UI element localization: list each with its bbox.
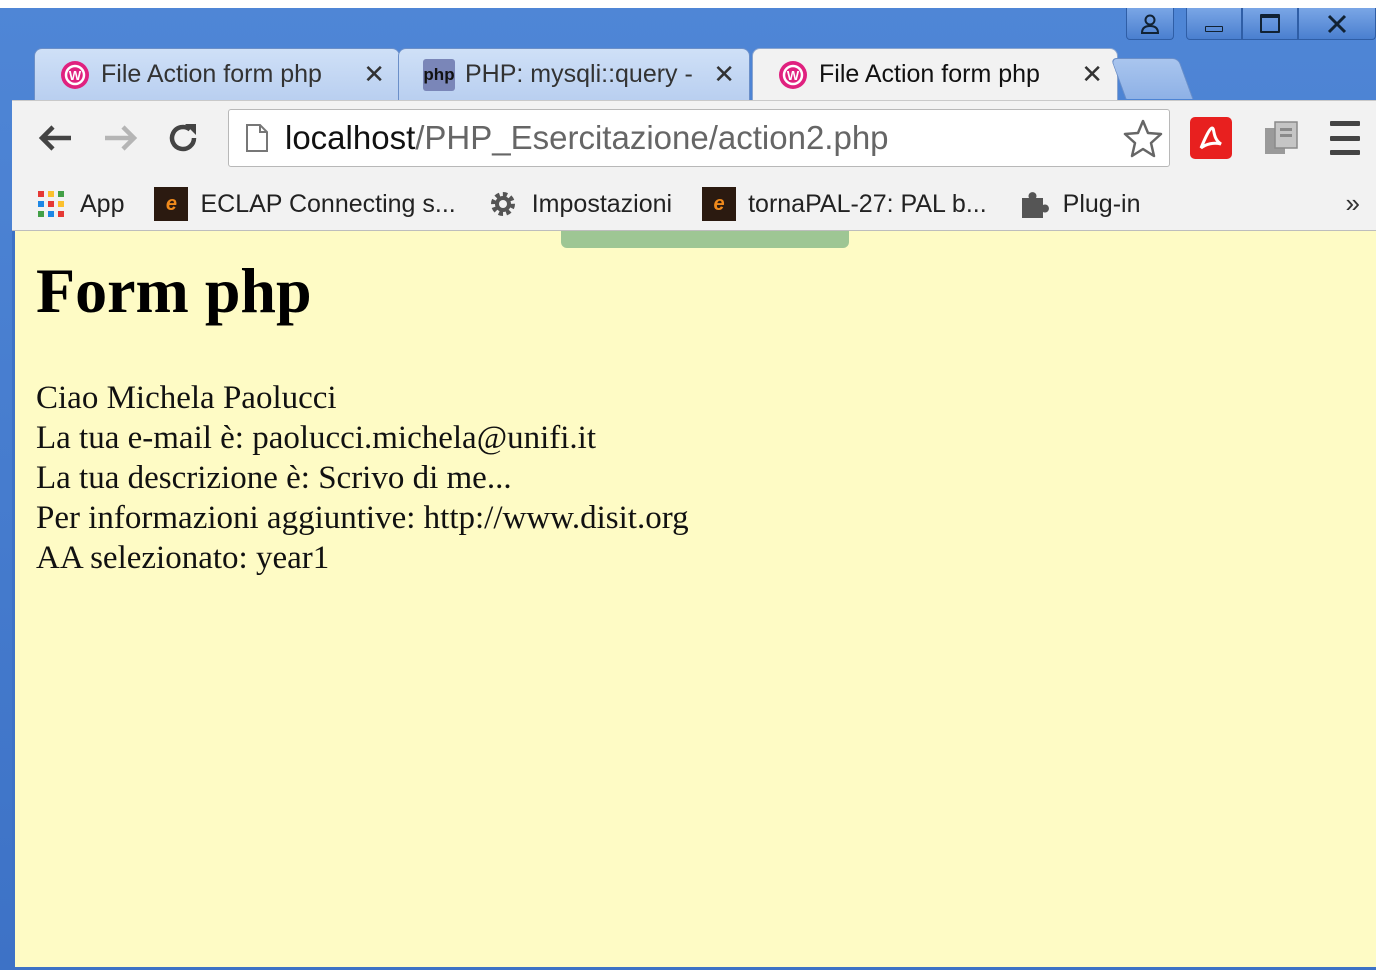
svg-text:W: W — [69, 68, 82, 83]
download-indicator — [561, 231, 849, 248]
eclap-icon: e — [702, 187, 737, 221]
page-icon — [245, 123, 271, 153]
email-line: La tua e-mail è: paolucci.michela@unifi.… — [36, 420, 597, 456]
php-icon: php — [423, 58, 455, 91]
back-button[interactable] — [32, 115, 78, 161]
reload-icon — [169, 124, 197, 152]
user-icon — [1140, 14, 1160, 34]
tab-close-icon[interactable]: ✕ — [363, 59, 385, 90]
user-profile-button[interactable] — [1126, 8, 1174, 40]
url-host: localhost — [285, 119, 416, 156]
menu-hamburger-icon[interactable] — [1330, 121, 1360, 155]
bookmark-plugin[interactable]: Plug-in — [1017, 187, 1141, 221]
bookmark-impostazioni[interactable]: Impostazioni — [486, 187, 672, 221]
bookmarks-overflow-icon[interactable]: » — [1346, 188, 1360, 219]
tab-title: PHP: mysqli::query - — [465, 60, 693, 88]
address-bar[interactable]: localhost/PHP_Esercitazione/action2.php — [228, 109, 1170, 167]
info-line: Per informazioni aggiuntive: http://www.… — [36, 500, 689, 536]
close-icon — [1327, 14, 1347, 33]
bookmark-label: tornaPAL-27: PAL b... — [748, 189, 987, 218]
php-favicon-text: php — [423, 64, 455, 84]
browser-window: W File Action form php ✕ php PHP: mysqli… — [0, 0, 1376, 970]
url-text: localhost/PHP_Esercitazione/action2.php — [285, 119, 889, 157]
minimize-button[interactable] — [1186, 8, 1242, 40]
tab-title: File Action form php — [101, 60, 322, 88]
minimize-icon — [1205, 25, 1223, 32]
maximize-button[interactable] — [1242, 8, 1298, 40]
maximize-icon — [1260, 14, 1280, 33]
forward-button[interactable] — [98, 115, 144, 161]
new-tab-button[interactable] — [1110, 58, 1194, 99]
close-window-button[interactable] — [1298, 8, 1376, 40]
bookmark-star-icon[interactable] — [1123, 118, 1163, 165]
reload-button[interactable] — [160, 115, 206, 161]
tab-close-icon[interactable]: ✕ — [713, 59, 735, 90]
bookmark-label: App — [80, 189, 125, 218]
eclap-icon: e — [154, 187, 189, 221]
browser-toolbar: localhost/PHP_Esercitazione/action2.php — [12, 100, 1376, 179]
bookmark-app[interactable]: App — [34, 187, 124, 221]
wamp-icon: W — [59, 59, 91, 91]
bookmarks-bar: App e ECLAP Connecting s... Impostazioni… — [12, 178, 1376, 231]
tab-title: File Action form php — [819, 60, 1040, 88]
page-title: Form php — [36, 255, 312, 326]
window-controls — [1126, 8, 1376, 48]
tab-file-action-1[interactable]: W File Action form php ✕ — [34, 48, 400, 100]
page-content: Form php Ciao Michela Paolucci La tua e-… — [12, 231, 1376, 967]
tab-php-mysqli[interactable]: php PHP: mysqli::query - ✕ — [398, 48, 750, 100]
url-path: /PHP_Esercitazione/action2.php — [415, 119, 889, 156]
bookmark-label: Plug-in — [1062, 189, 1141, 218]
puzzle-icon — [1017, 187, 1051, 221]
result-text: Ciao Michela Paolucci La tua e-mail è: p… — [36, 378, 689, 578]
tab-close-icon[interactable]: ✕ — [1081, 59, 1103, 90]
extension-icon[interactable] — [1260, 117, 1302, 159]
apps-grid-icon — [34, 187, 68, 221]
bookmark-label: ECLAP Connecting s... — [200, 189, 456, 218]
wamp-icon: W — [777, 59, 809, 91]
svg-text:W: W — [787, 68, 800, 83]
bookmark-tornapal[interactable]: e tornaPAL-27: PAL b... — [702, 187, 987, 221]
bookmark-label: Impostazioni — [531, 189, 673, 218]
description-line: La tua descrizione è: Scrivo di me... — [36, 460, 512, 496]
gear-icon — [486, 187, 520, 221]
tab-strip: W File Action form php ✕ php PHP: mysqli… — [0, 44, 1376, 100]
greeting-line: Ciao Michela Paolucci — [36, 380, 337, 416]
year-line: AA selezionato: year1 — [36, 540, 330, 576]
back-arrow-icon — [38, 125, 71, 151]
acrobat-extension-icon[interactable] — [1190, 117, 1232, 159]
desktop-strip — [0, 0, 1376, 8]
bookmark-eclap[interactable]: e ECLAP Connecting s... — [154, 187, 456, 221]
tab-file-action-2[interactable]: W File Action form php ✕ — [752, 48, 1118, 100]
forward-arrow-icon — [105, 125, 138, 151]
